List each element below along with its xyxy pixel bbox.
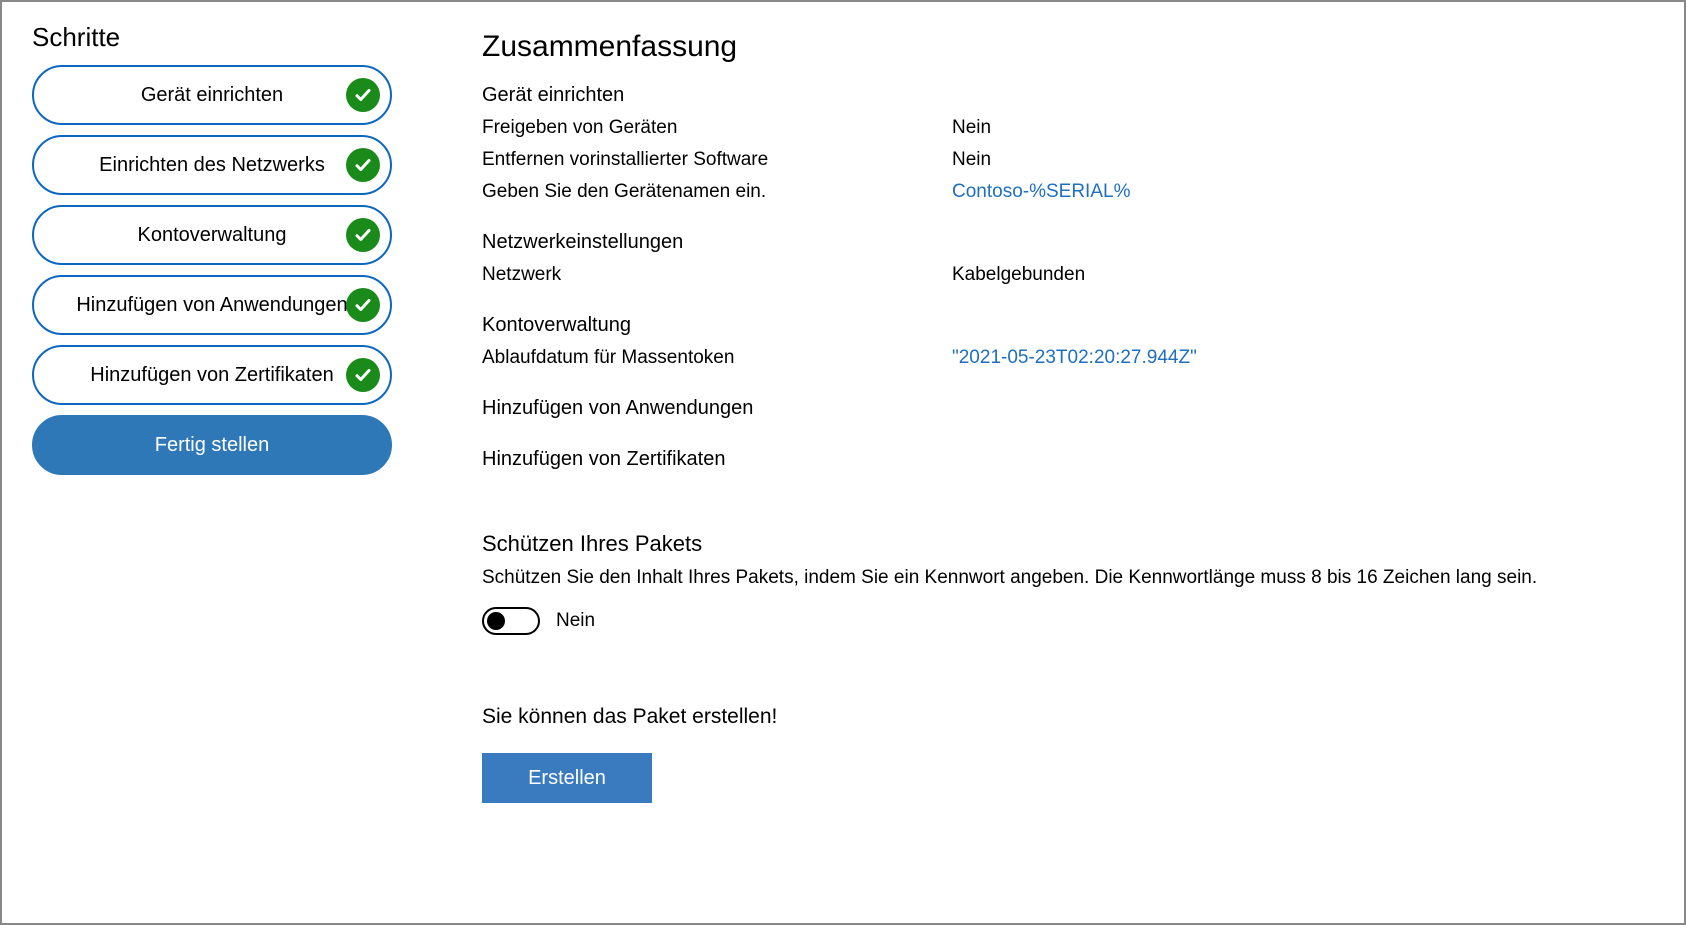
protect-toggle[interactable] — [482, 607, 540, 635]
summary-row-label: Entfernen vorinstallierter Software — [482, 149, 952, 171]
summary-row: Ablaufdatum für Massentoken"2021-05-23T0… — [482, 347, 1644, 369]
step-1[interactable]: Einrichten des Netzwerks — [32, 135, 392, 195]
summary-title: Zusammenfassung — [482, 30, 1644, 64]
create-button[interactable]: Erstellen — [482, 753, 652, 803]
summary-row-label: Netzwerk — [482, 264, 952, 286]
step-3[interactable]: Hinzufügen von Anwendungen — [32, 275, 392, 335]
checkmark-icon — [346, 148, 380, 182]
summary-row-value[interactable]: Contoso-%SERIAL% — [952, 181, 1130, 203]
summary-row-value[interactable]: "2021-05-23T02:20:27.944Z" — [952, 347, 1197, 369]
summary-row: Entfernen vorinstallierter SoftwareNein — [482, 149, 1644, 171]
summary-row: NetzwerkKabelgebunden — [482, 264, 1644, 286]
step-5[interactable]: Fertig stellen — [32, 415, 392, 475]
step-label: Einrichten des Netzwerks — [99, 154, 325, 177]
step-label: Fertig stellen — [155, 434, 270, 457]
summary-main: Zusammenfassung Gerät einrichten Freigebe… — [422, 2, 1684, 923]
create-button-label: Erstellen — [528, 767, 606, 790]
summary-row-value: Kabelgebunden — [952, 264, 1085, 286]
sidebar-title: Schritte — [32, 22, 392, 53]
checkmark-icon — [346, 288, 380, 322]
summary-group-heading: Kontoverwaltung — [482, 314, 1644, 337]
toggle-knob — [487, 612, 505, 630]
checkmark-icon — [346, 78, 380, 112]
summary-row: Geben Sie den Gerätenamen ein.Contoso-%S… — [482, 181, 1644, 203]
summary-row-label: Geben Sie den Gerätenamen ein. — [482, 181, 952, 203]
summary-row-label: Freigeben von Geräten — [482, 117, 952, 139]
summary-row-value: Nein — [952, 117, 991, 139]
summary-row: Freigeben von GerätenNein — [482, 117, 1644, 139]
protect-desc: Schützen Sie den Inhalt Ihres Pakets, in… — [482, 567, 1644, 589]
summary-group-heading: Hinzufügen von Zertifikaten — [482, 448, 1644, 471]
step-label: Hinzufügen von Anwendungen — [76, 294, 347, 317]
summary-row-label: Ablaufdatum für Massentoken — [482, 347, 952, 369]
step-label: Kontoverwaltung — [138, 224, 287, 247]
checkmark-icon — [346, 358, 380, 392]
summary-row-value: Nein — [952, 149, 991, 171]
checkmark-icon — [346, 218, 380, 252]
protect-toggle-label: Nein — [556, 610, 595, 632]
step-4[interactable]: Hinzufügen von Zertifikaten — [32, 345, 392, 405]
summary-group-heading: Netzwerkeinstellungen — [482, 231, 1644, 254]
step-label: Gerät einrichten — [141, 84, 283, 107]
step-0[interactable]: Gerät einrichten — [32, 65, 392, 125]
create-message: Sie können das Paket erstellen! — [482, 705, 1644, 729]
step-2[interactable]: Kontoverwaltung — [32, 205, 392, 265]
summary-group-heading: Hinzufügen von Anwendungen — [482, 397, 1644, 420]
protect-title: Schützen Ihres Pakets — [482, 531, 1644, 557]
steps-sidebar: Schritte Gerät einrichten Einrichten des … — [2, 2, 422, 923]
step-label: Hinzufügen von Zertifikaten — [90, 364, 333, 387]
summary-group-heading: Gerät einrichten — [482, 84, 1644, 107]
